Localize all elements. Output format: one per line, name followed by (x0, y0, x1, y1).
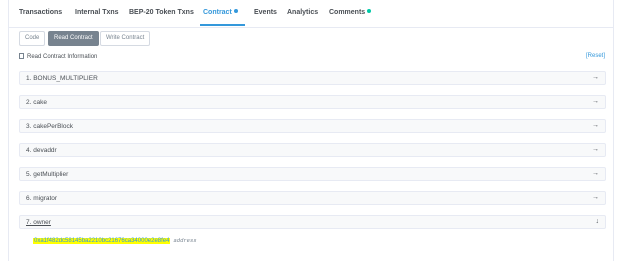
write-contract-button[interactable]: Write Contract (100, 31, 151, 46)
arrow-right-icon: → (592, 170, 599, 177)
read-function-devaddr[interactable]: 4. devaddr → (19, 143, 606, 157)
function-label: 5. getMultiplier (26, 171, 69, 178)
arrow-right-icon: → (592, 98, 599, 105)
contract-panel: Transactions Internal Txns BEP-20 Token … (8, 0, 614, 261)
tab-events[interactable]: Events (254, 9, 277, 16)
arrow-right-icon: → (592, 74, 599, 81)
tab-bar: Transactions Internal Txns BEP-20 Token … (9, 0, 613, 28)
function-label: 7. owner (26, 219, 51, 226)
read-function-bonus-multiplier[interactable]: 1. BONUS_MULTIPLIER → (19, 71, 606, 85)
tab-contract-label: Contract (203, 9, 232, 16)
read-contract-header: Read Contract Information [Reset] (19, 53, 605, 63)
document-icon (19, 53, 24, 59)
tab-transactions[interactable]: Transactions (19, 9, 62, 16)
read-function-owner[interactable]: 7. owner ↓ (19, 215, 606, 229)
read-function-migrator[interactable]: 6. migrator → (19, 191, 606, 205)
arrow-right-icon: → (592, 194, 599, 201)
active-tab-indicator (200, 24, 245, 26)
tab-bep20-token-txns[interactable]: BEP-20 Token Txns (129, 9, 194, 16)
owner-address-link[interactable]: 0xa1f482dc58145ba2210bc21676ca34000e2e8f… (33, 238, 171, 244)
read-function-get-multiplier[interactable]: 5. getMultiplier → (19, 167, 606, 181)
arrow-right-icon: → (592, 146, 599, 153)
tab-analytics[interactable]: Analytics (287, 9, 318, 16)
code-button[interactable]: Code (19, 31, 46, 46)
verified-check-icon (233, 9, 238, 13)
read-function-cake-per-block[interactable]: 3. cakePerBlock → (19, 119, 606, 133)
tab-comments-label: Comments (329, 9, 366, 16)
function-label: 1. BONUS_MULTIPLIER (26, 75, 98, 82)
tab-contract[interactable]: Contract (203, 9, 238, 16)
arrow-right-icon: → (592, 122, 599, 129)
result-type-label: address (173, 237, 197, 244)
function-label: 4. devaddr (26, 147, 57, 154)
read-contract-button[interactable]: Read Contract (48, 31, 99, 46)
function-label: 3. cakePerBlock (26, 123, 73, 130)
function-label: 6. migrator (26, 195, 58, 202)
function-label: 2. cake (26, 99, 47, 106)
tab-internal-txns[interactable]: Internal Txns (75, 9, 119, 16)
read-function-cake[interactable]: 2. cake → (19, 95, 606, 109)
owner-result: 0xa1f482dc58145ba2210bc21676ca34000e2e8f… (33, 237, 197, 244)
new-comments-dot-icon (367, 9, 372, 13)
reset-link[interactable]: [Reset] (586, 53, 605, 59)
arrow-down-icon: ↓ (595, 218, 600, 225)
tab-comments[interactable]: Comments (329, 9, 372, 16)
read-contract-title: Read Contract Information (27, 54, 98, 60)
